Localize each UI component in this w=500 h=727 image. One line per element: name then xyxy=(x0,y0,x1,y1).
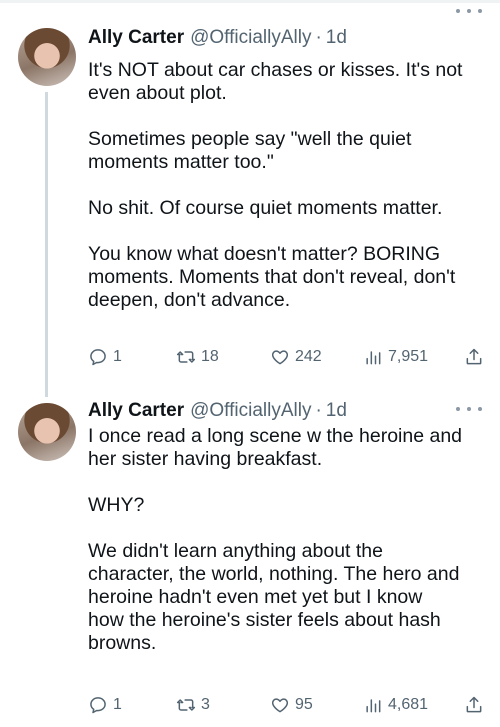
views-count: 4,681 xyxy=(388,696,429,713)
share-icon xyxy=(466,348,482,365)
author-handle[interactable]: @OfficiallyAlly xyxy=(190,400,311,422)
tweet-header: Ally Carter @OfficiallyAlly · 1d xyxy=(88,25,347,51)
tweet-1[interactable]: Ally Carter @OfficiallyAlly · 1d It's NO… xyxy=(0,0,500,397)
text-line: moments matter too." xyxy=(88,151,274,173)
action-bar: 1 3 95 4,681 xyxy=(88,693,488,717)
text-line: heroine hadn't even met yet but I know xyxy=(88,586,423,608)
text-line: deepen, don't advance. xyxy=(88,289,291,311)
text-line: her sister having breakfast. xyxy=(88,448,323,470)
text-line: WHY? xyxy=(88,494,145,516)
more-icon[interactable] xyxy=(456,9,482,17)
heart-icon xyxy=(271,350,289,365)
author-name[interactable]: Ally Carter xyxy=(88,27,184,49)
reply-count: 1 xyxy=(113,348,122,365)
views-button[interactable]: 7,951 xyxy=(363,345,428,369)
text-line: moments. Moments that don't reveal, don'… xyxy=(88,266,456,288)
reply-button[interactable]: 1 xyxy=(88,693,122,717)
author-name[interactable]: Ally Carter xyxy=(88,400,184,422)
views-icon xyxy=(366,351,381,365)
text-line: browns. xyxy=(88,632,157,654)
share-icon xyxy=(466,696,482,713)
avatar[interactable] xyxy=(18,28,76,86)
text-line xyxy=(88,471,483,494)
timestamp[interactable]: 1d xyxy=(326,27,347,49)
text-line: I once read a long scene w the heroine a… xyxy=(88,425,463,447)
retweet-button[interactable]: 18 xyxy=(176,345,219,369)
reply-icon xyxy=(90,349,106,366)
text-line: how the heroine's sister feels about has… xyxy=(88,609,441,631)
reply-count: 1 xyxy=(113,696,122,713)
share-button[interactable] xyxy=(464,693,484,717)
retweet-icon xyxy=(176,351,196,363)
text-line xyxy=(88,105,483,128)
avatar[interactable] xyxy=(18,403,76,461)
views-count: 7,951 xyxy=(388,348,429,365)
reply-button[interactable]: 1 xyxy=(88,345,122,369)
text-line xyxy=(88,220,483,243)
text-line: We didn't learn anything about the xyxy=(88,540,383,562)
tweet-header: Ally Carter @OfficiallyAlly · 1d xyxy=(88,398,347,424)
reply-icon xyxy=(90,697,106,714)
tweet-text: I once read a long scene w the heroine a… xyxy=(88,425,483,655)
author-handle[interactable]: @OfficiallyAlly xyxy=(190,27,311,49)
like-button[interactable]: 95 xyxy=(270,693,313,717)
separator: · xyxy=(315,27,322,48)
action-bar: 1 18 242 7,951 xyxy=(88,345,488,369)
views-button[interactable]: 4,681 xyxy=(363,693,428,717)
text-line: character, the world, nothing. The hero … xyxy=(88,563,460,585)
share-button[interactable] xyxy=(464,345,484,369)
like-count: 95 xyxy=(295,696,313,713)
thread-line xyxy=(45,92,48,397)
heart-icon xyxy=(271,698,289,713)
text-line: No shit. Of course quiet moments matter. xyxy=(88,197,443,219)
text-line: even about plot. xyxy=(88,82,227,104)
views-icon xyxy=(366,699,381,713)
retweet-button[interactable]: 3 xyxy=(176,693,210,717)
retweet-count: 18 xyxy=(201,348,219,365)
tweet-2[interactable]: Ally Carter @OfficiallyAlly · 1d I once … xyxy=(0,380,500,727)
text-line: You know what doesn't matter? BORING xyxy=(88,243,441,265)
tweet-text: It's NOT about car chases or kisses. It'… xyxy=(88,59,483,312)
text-line: It's NOT about car chases or kisses. It'… xyxy=(88,59,463,81)
like-button[interactable]: 242 xyxy=(270,345,322,369)
more-icon[interactable] xyxy=(456,407,482,415)
text-line xyxy=(88,174,483,197)
retweet-count: 3 xyxy=(201,696,210,713)
timestamp[interactable]: 1d xyxy=(326,400,347,422)
separator: · xyxy=(315,400,322,421)
text-line xyxy=(88,517,483,540)
text-line: Sometimes people say "well the quiet xyxy=(88,128,412,150)
retweet-icon xyxy=(176,699,196,711)
like-count: 242 xyxy=(295,348,322,365)
